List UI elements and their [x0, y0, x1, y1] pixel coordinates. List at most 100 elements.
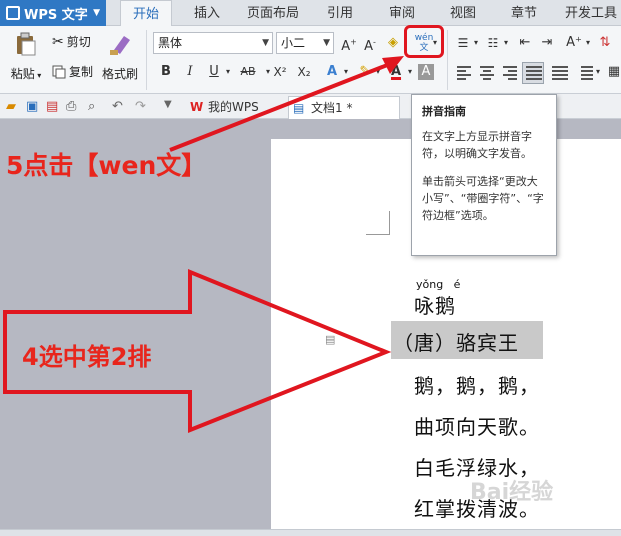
clear-format-button[interactable]: ◈	[383, 33, 403, 53]
char-shading-icon: A	[421, 64, 431, 79]
copy-button[interactable]: 复制	[52, 63, 93, 80]
cut-button[interactable]: ✂ 剪切	[52, 33, 91, 50]
tab-my-wps[interactable]: W 我的WPS	[186, 96, 286, 119]
save-icon[interactable]: ▣	[26, 99, 40, 114]
tab-references[interactable]: 引用	[318, 0, 362, 26]
clipboard-icon	[17, 32, 36, 56]
shrink-font-button[interactable]: A-	[360, 33, 380, 55]
grow-font-button[interactable]: A+	[339, 33, 359, 55]
strikethrough-button[interactable]: AB	[236, 62, 260, 82]
annotation-step4: 4选中第2排	[22, 343, 152, 371]
font-name-value: 黑体	[158, 36, 183, 50]
poem-line[interactable]: 曲项向天歌。	[414, 411, 540, 440]
pinyin-button-highlight	[404, 25, 444, 58]
doc-tab-label: 我的WPS	[208, 100, 259, 114]
distribute-icon[interactable]	[552, 66, 568, 80]
tab-home[interactable]: 开始	[120, 0, 172, 27]
chevron-down-icon[interactable]: ▼	[164, 99, 178, 113]
align-left-icon[interactable]	[457, 66, 473, 80]
decrease-indent-button[interactable]: ⇤	[515, 33, 535, 53]
wps-logo-icon: W	[190, 100, 204, 114]
line-spacing-icon[interactable]	[577, 66, 593, 80]
italic-button[interactable]: I	[180, 62, 200, 82]
chevron-down-icon: ▾	[34, 71, 42, 80]
bold-button[interactable]: B	[156, 62, 176, 82]
increase-indent-button[interactable]: ⇥	[537, 33, 557, 53]
print-icon[interactable]: ⎙	[66, 99, 80, 114]
tab-page-layout[interactable]: 页面布局	[240, 0, 306, 26]
pinyin-guide-tooltip: 拼音指南 在文字上方显示拼音字符，以明确文字发音。 单击箭头可选择“更改大小写”…	[411, 94, 557, 256]
borders-button[interactable]: ▦	[604, 62, 621, 82]
print-preview-icon[interactable]: ⌕	[88, 99, 102, 114]
tab-sections[interactable]: 章节	[502, 0, 546, 26]
underline-button[interactable]: U	[204, 62, 224, 82]
watermark-logo: Bai经验	[470, 480, 554, 505]
chevron-down-icon[interactable]: ▾	[340, 62, 352, 82]
divider	[146, 30, 147, 90]
tab-insert[interactable]: 插入	[185, 0, 229, 26]
brush-icon	[110, 36, 130, 55]
tab-developer[interactable]: 开发工具	[562, 0, 620, 26]
redo-icon[interactable]: ↷	[135, 99, 149, 114]
poem-author-line[interactable]: （唐）骆宾王	[393, 327, 519, 356]
chevron-down-icon[interactable]: ▾	[583, 33, 593, 53]
sort-button[interactable]: ⇅	[595, 33, 615, 53]
paste-label: 粘贴	[10, 67, 35, 81]
superscript-button[interactable]: X²	[269, 62, 291, 82]
numbered-list-icon: ☷	[487, 36, 499, 50]
margin-corner-marker	[366, 211, 390, 235]
app-menu-button[interactable]: WPS 文字 ▼	[0, 0, 106, 26]
chevron-down-icon[interactable]: ▾	[471, 33, 481, 53]
tab-review[interactable]: 审阅	[380, 0, 424, 26]
cut-label: 剪切	[66, 35, 91, 49]
border-icon: ▦	[607, 64, 621, 79]
annotation-step5: 5点击【wen文】	[6, 151, 207, 180]
poem-line[interactable]: 鹅，鹅，鹅，	[414, 370, 540, 399]
change-case-icon: A⁺	[566, 35, 582, 50]
chevron-down-icon[interactable]: ▾	[593, 62, 603, 82]
justify-button[interactable]	[522, 62, 544, 84]
subscript-button[interactable]: X₂	[293, 62, 315, 82]
chevron-down-icon: ▼	[323, 38, 330, 48]
pdf-export-icon[interactable]: ▤	[46, 99, 60, 114]
tooltip-hint: 单击箭头可选择“更改大小写”、“带圈字符”、“字符边框”选项。	[422, 175, 544, 222]
chevron-down-icon[interactable]: ▾	[404, 62, 416, 82]
format-painter-button[interactable]: 格式刷	[100, 32, 140, 82]
font-color-icon: A	[390, 64, 402, 79]
eraser-icon: ◈	[388, 35, 398, 50]
grow-font-icon: A+	[341, 38, 357, 55]
document-icon: ▤	[293, 101, 305, 115]
undo-icon[interactable]: ↶	[112, 99, 126, 114]
ribbon-home: 粘贴 ▾ ✂ 剪切 复制 格式刷 黑体 ▼ 小二 ▼ A+ A- ◈ B I U…	[0, 26, 621, 94]
align-justify-icon	[526, 66, 542, 80]
chevron-down-icon[interactable]: ▾	[501, 33, 511, 53]
tab-view[interactable]: 视图	[441, 0, 485, 26]
align-center-icon[interactable]	[480, 66, 496, 80]
copy-icon	[52, 65, 66, 78]
font-name-select[interactable]: 黑体 ▼	[153, 32, 273, 54]
poem-title[interactable]: 咏鹅	[414, 290, 456, 319]
bullet-list-button[interactable]: ☰	[453, 33, 473, 53]
menu-bar: WPS 文字 ▼ 开始 插入 页面布局 引用 审阅 视图 章节 开发工具	[0, 0, 621, 27]
indent-icon: ⇥	[541, 35, 553, 50]
wps-logo-icon	[6, 6, 20, 20]
font-size-value: 小二	[281, 36, 306, 50]
font-size-select[interactable]: 小二 ▼	[276, 32, 334, 54]
paste-button[interactable]: 粘贴 ▾	[6, 32, 46, 82]
tab-document1[interactable]: ▤ 文档1 *	[288, 96, 400, 119]
open-folder-icon[interactable]: ▰	[6, 99, 20, 114]
outdent-icon: ⇤	[519, 35, 531, 50]
app-title: WPS 文字	[24, 7, 88, 23]
font-color-button[interactable]: A	[386, 62, 406, 82]
text-effect-button[interactable]: A	[322, 62, 342, 82]
status-bar	[0, 529, 621, 536]
chevron-down-icon[interactable]: ▾	[222, 62, 234, 82]
char-shading-button[interactable]: A	[418, 64, 434, 80]
align-right-icon[interactable]	[503, 66, 519, 80]
shrink-font-icon: A-	[364, 38, 376, 55]
numbered-list-button[interactable]: ☷	[483, 33, 503, 53]
copy-label: 复制	[69, 65, 94, 79]
chevron-down-icon[interactable]: ▾	[372, 62, 384, 82]
format-painter-label: 格式刷	[101, 67, 138, 81]
sort-icon: ⇅	[599, 35, 611, 50]
